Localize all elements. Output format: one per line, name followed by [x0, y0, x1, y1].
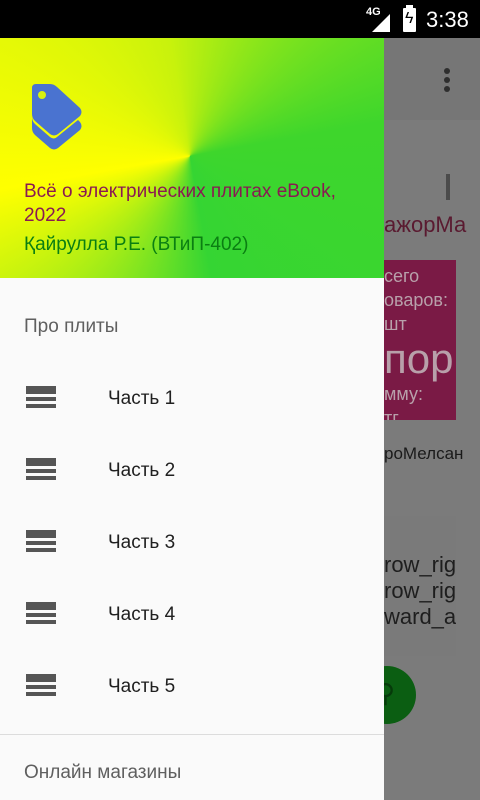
- menu-item-part-5[interactable]: Часть 5: [0, 652, 384, 724]
- menu-item-label: Часть 5: [108, 676, 176, 697]
- divider: [0, 734, 384, 735]
- list-icon: [26, 530, 56, 554]
- list-icon: [26, 674, 56, 698]
- signal-icon: [372, 14, 390, 32]
- background-caption: роМелсан: [384, 444, 464, 463]
- list-icon: [26, 458, 56, 482]
- background-heading: ажорМа: [384, 212, 467, 237]
- drawer-header: Всё о электрических плитах eBook, 2022 Қ…: [0, 38, 384, 278]
- background-summary-card: сего оваров: шт пор мму: тг: [384, 260, 456, 420]
- section-header-online-shops: Онлайн магазины: [24, 762, 182, 783]
- menu-item-label: Часть 3: [108, 532, 176, 553]
- section-header-about: Про плиты: [24, 316, 119, 337]
- menu-item-part-1[interactable]: Часть 1: [0, 364, 384, 436]
- author-name: Қайрулла Р.Е. (ВТиП-402): [24, 234, 249, 255]
- navigation-drawer: Всё о электрических плитах eBook, 2022 Қ…: [0, 38, 384, 800]
- battery-charging-icon: ϟ: [403, 5, 416, 32]
- book-title: Всё о электрических плитах eBook, 2022: [24, 181, 336, 226]
- clock: 3:38: [426, 7, 469, 32]
- menu-item-label: Часть 4: [108, 604, 176, 625]
- background-card: row_rig row_righ ward_ar: [384, 516, 456, 656]
- status-bar: 4G ϟ 3:38: [0, 0, 480, 38]
- list-icon: [26, 386, 56, 410]
- scroll-indicator: [446, 174, 450, 200]
- menu-item-part-2[interactable]: Часть 2: [0, 436, 384, 508]
- menu-item-part-3[interactable]: Часть 3: [0, 508, 384, 580]
- menu-item-part-4[interactable]: Часть 4: [0, 580, 384, 652]
- list-icon: [26, 602, 56, 626]
- overflow-menu-icon[interactable]: [444, 68, 450, 95]
- menu-item-label: Часть 1: [108, 388, 176, 409]
- menu-item-label: Часть 2: [108, 460, 176, 481]
- tags-logo-icon: [32, 84, 82, 150]
